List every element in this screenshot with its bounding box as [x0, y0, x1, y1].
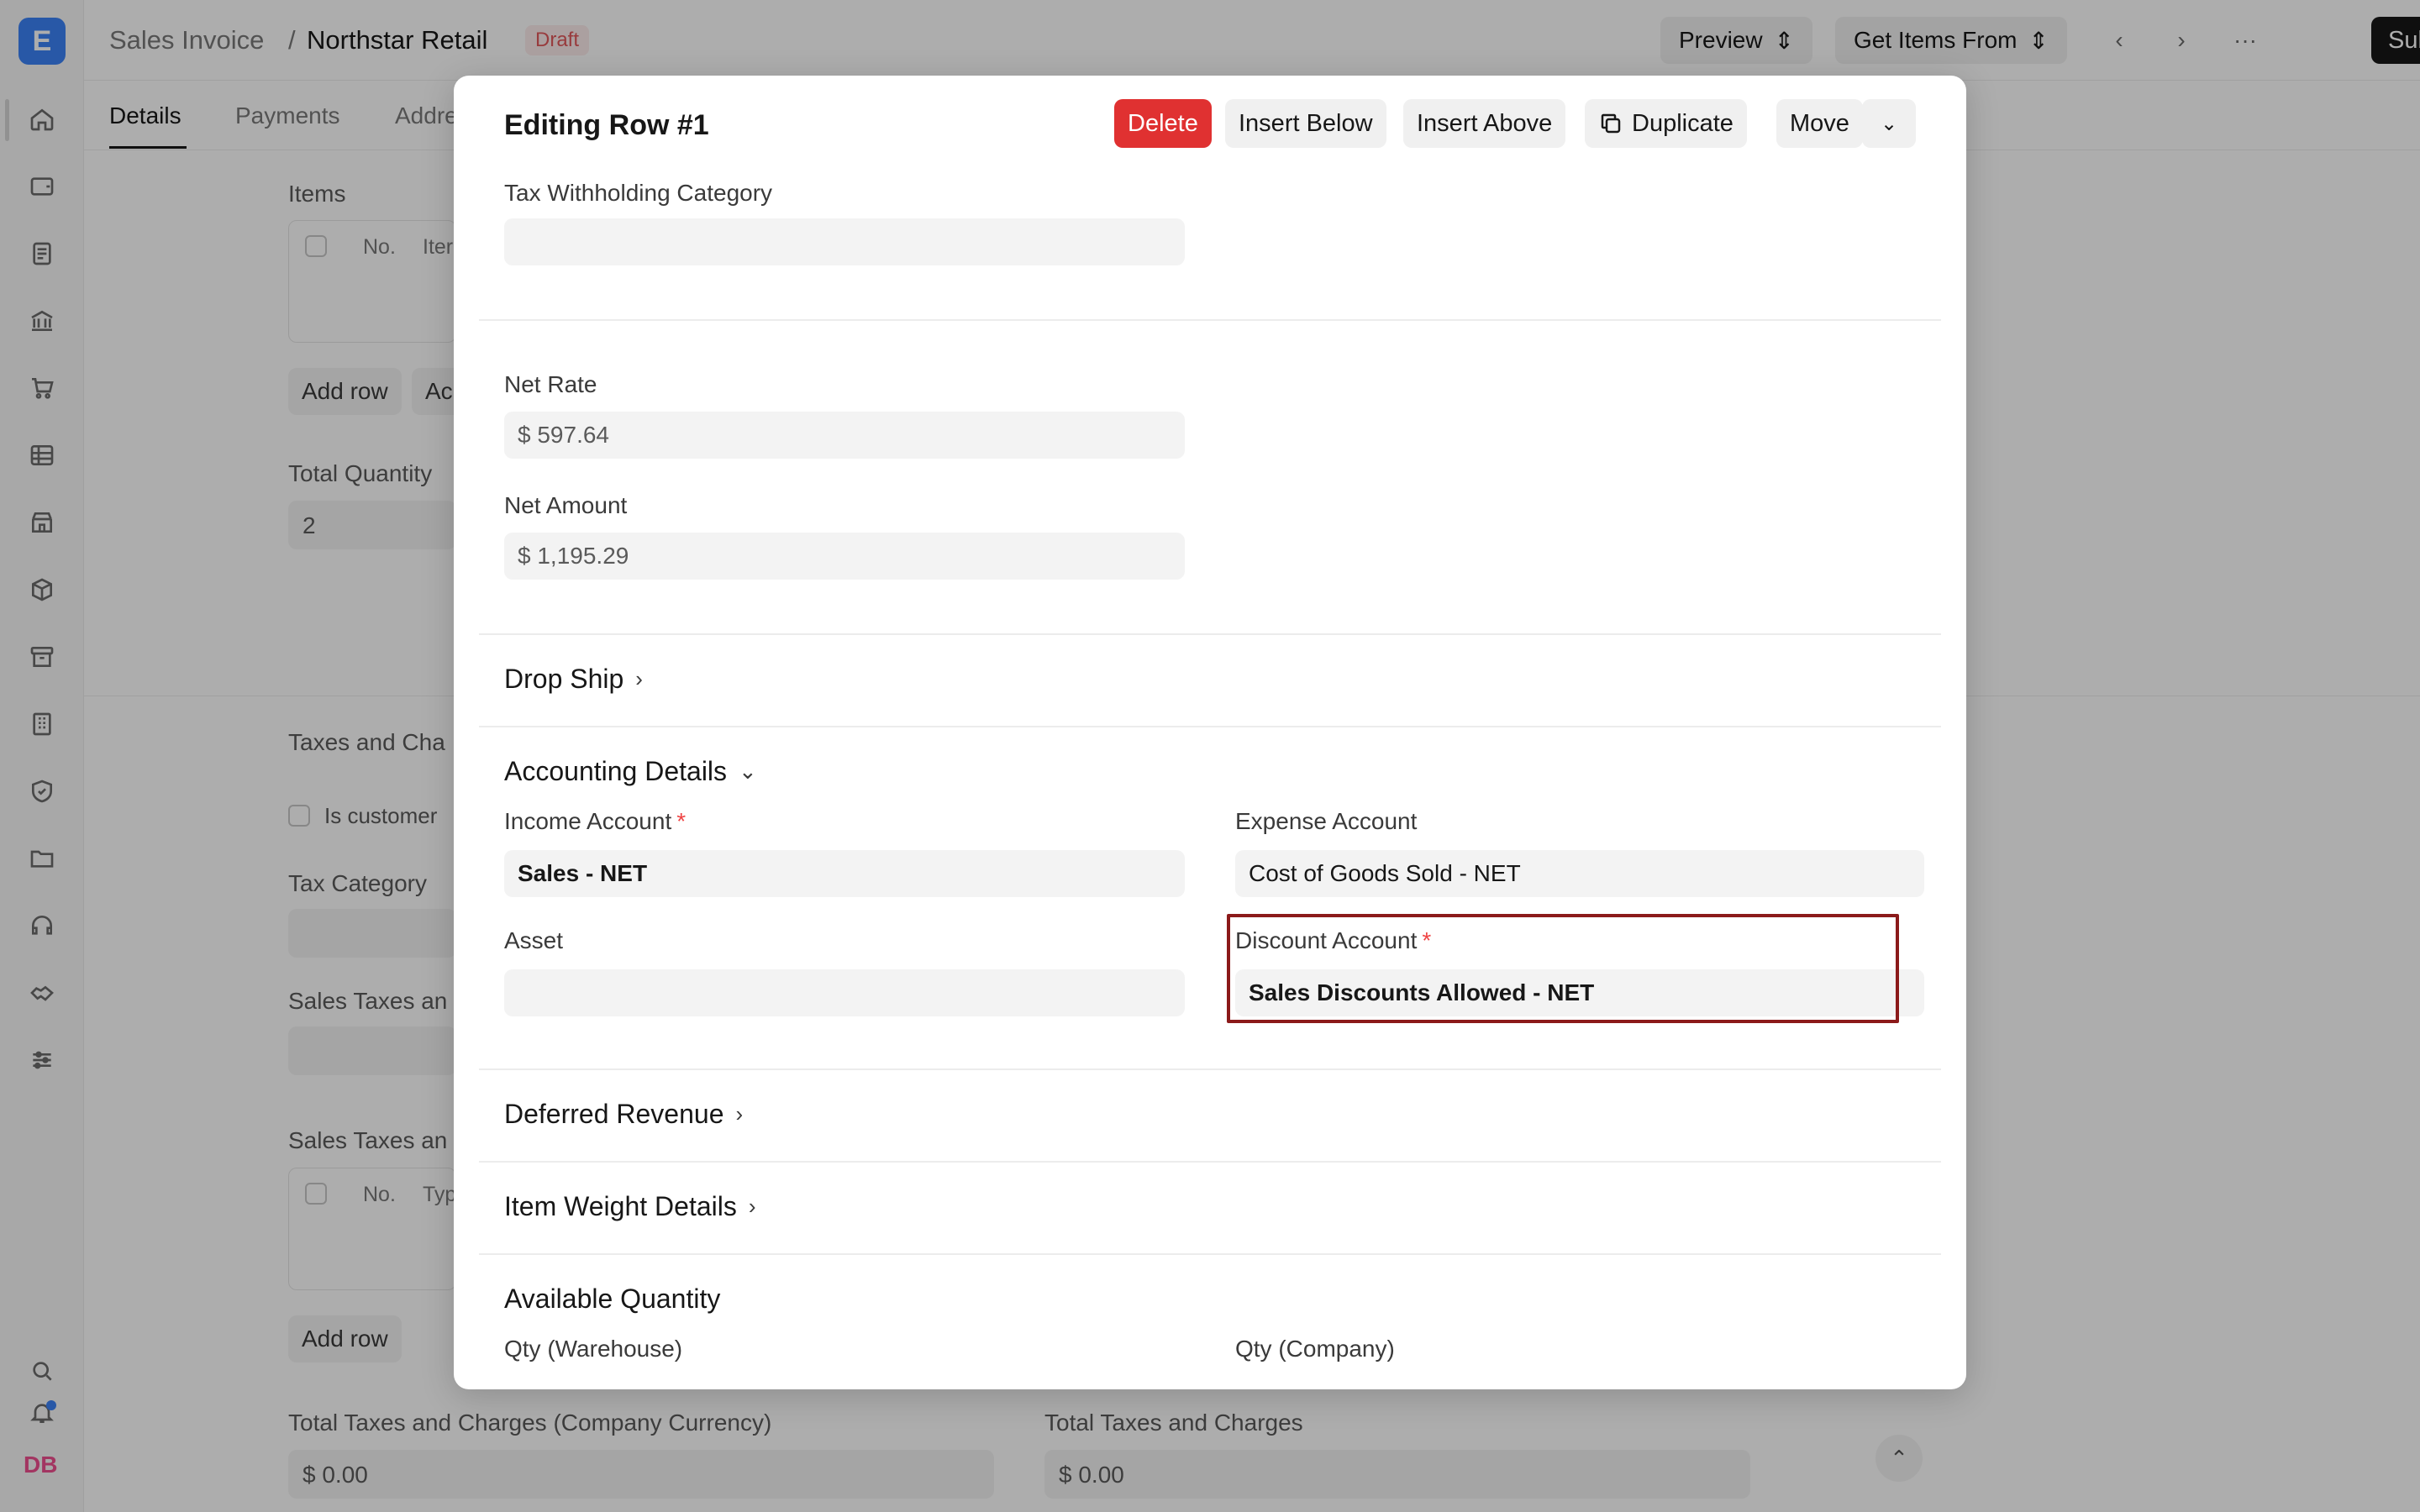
insert-above-button[interactable]: Insert Above	[1403, 99, 1566, 148]
chevron-right-icon: ›	[748, 1194, 756, 1219]
tax-withholding-label: Tax Withholding Category	[504, 180, 773, 206]
net-amount-field[interactable]: $ 1,195.29	[504, 533, 1185, 580]
section-divider	[479, 319, 1941, 321]
delete-button[interactable]: Delete	[1114, 99, 1212, 148]
qty-warehouse-label: Qty (Warehouse)	[504, 1336, 683, 1362]
section-divider	[479, 726, 1941, 727]
section-accounting-details[interactable]: Accounting Details ⌄	[504, 756, 757, 787]
net-rate-label: Net Rate	[504, 371, 597, 397]
income-account-label: Income Account *	[504, 808, 686, 835]
expense-account-input[interactable]: Cost of Goods Sold - NET	[1235, 850, 1924, 897]
editing-row-dialog: Editing Row #1 Delete Insert Below Inser…	[454, 76, 1966, 1389]
required-mark: *	[676, 808, 687, 834]
expense-account-label: Expense Account	[1235, 808, 1418, 834]
asset-input[interactable]	[504, 969, 1185, 1016]
insert-below-button[interactable]: Insert Below	[1225, 99, 1386, 148]
duplicate-button[interactable]: Duplicate	[1585, 99, 1747, 148]
qty-company-label: Qty (Company)	[1235, 1336, 1395, 1362]
net-amount-label: Net Amount	[504, 492, 628, 518]
section-deferred-revenue[interactable]: Deferred Revenue ›	[504, 1099, 743, 1130]
duplicate-label: Duplicate	[1632, 109, 1733, 137]
section-drop-ship[interactable]: Drop Ship ›	[504, 664, 643, 695]
section-available-quantity: Available Quantity	[504, 1284, 720, 1315]
move-button[interactable]: Move	[1776, 99, 1863, 148]
deferred-revenue-title: Deferred Revenue	[504, 1099, 724, 1129]
item-weight-details-title: Item Weight Details	[504, 1191, 737, 1221]
copy-icon	[1601, 113, 1621, 134]
chevron-down-icon: ⌄	[1880, 112, 1898, 135]
net-rate-field[interactable]: $ 597.64	[504, 412, 1185, 459]
chevron-right-icon: ›	[635, 666, 643, 691]
chevron-down-icon: ⌄	[739, 759, 757, 784]
chevron-right-icon: ›	[735, 1101, 744, 1126]
more-actions-button[interactable]: ⌄	[1862, 99, 1916, 148]
section-item-weight-details[interactable]: Item Weight Details ›	[504, 1191, 756, 1222]
dialog-title: Editing Row #1	[504, 109, 709, 141]
income-account-input[interactable]: Sales - NET	[504, 850, 1185, 897]
section-divider	[479, 633, 1941, 635]
available-quantity-title: Available Quantity	[504, 1284, 721, 1314]
accounting-details-title: Accounting Details	[504, 756, 728, 786]
income-account-label-text: Income Account	[504, 808, 672, 834]
section-divider	[479, 1161, 1941, 1163]
section-divider	[479, 1253, 1941, 1255]
drop-ship-title: Drop Ship	[504, 664, 624, 694]
tax-withholding-input[interactable]	[504, 218, 1185, 265]
highlight-box	[1227, 914, 1899, 1023]
section-divider	[479, 1068, 1941, 1070]
asset-label: Asset	[504, 927, 564, 953]
